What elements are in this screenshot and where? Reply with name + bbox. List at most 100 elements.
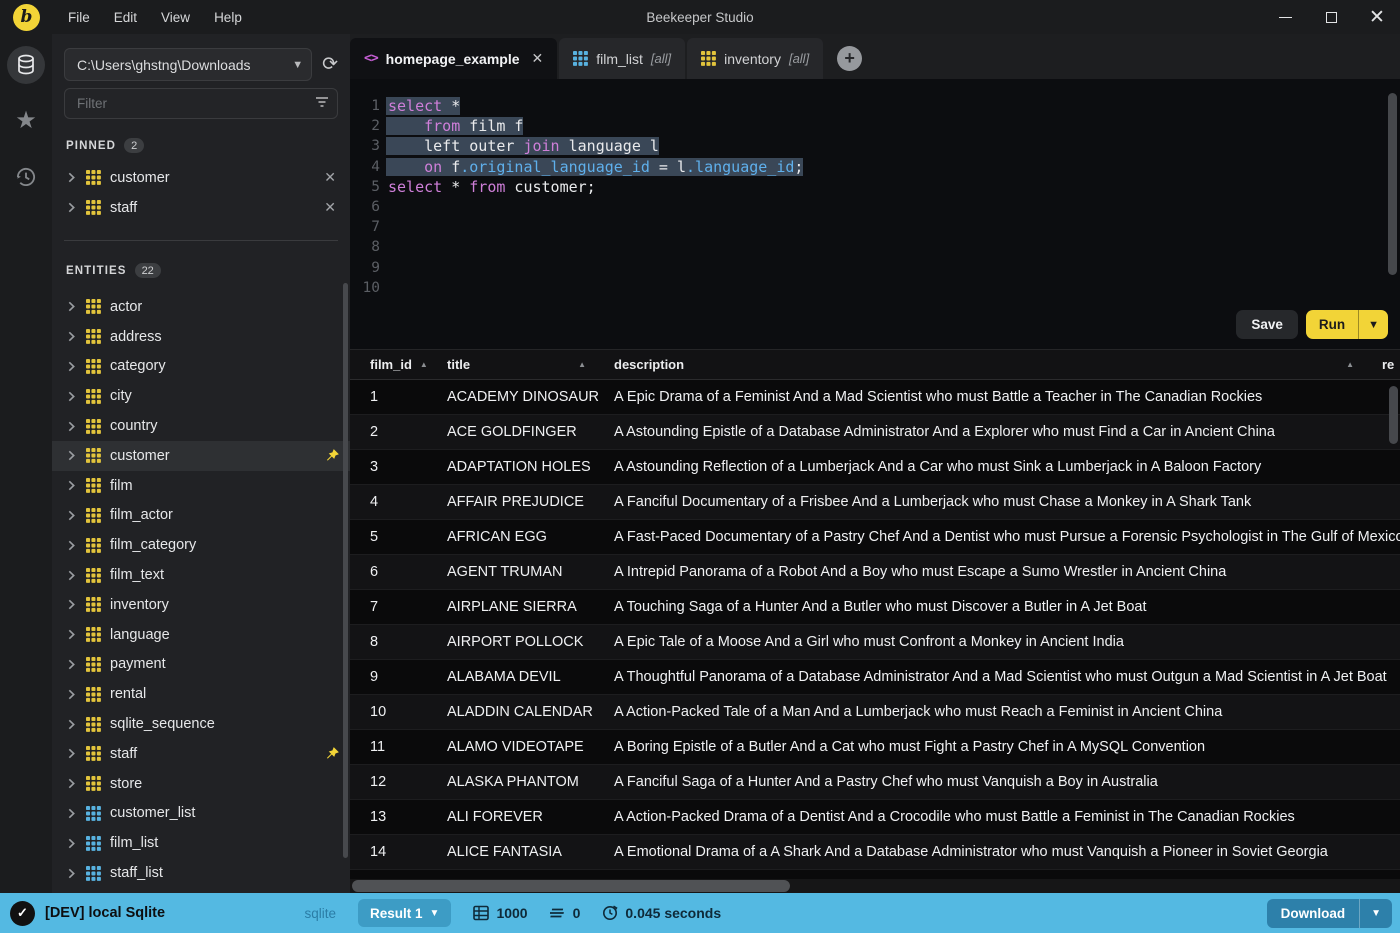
chevron-right-icon[interactable] (66, 838, 77, 849)
menu-help[interactable]: Help (214, 10, 242, 25)
entity-item-film_category[interactable]: film_category (52, 530, 350, 560)
run-button[interactable]: Run ▼ (1305, 310, 1388, 339)
column-header-partial[interactable]: re (1382, 357, 1400, 372)
column-header-film_id[interactable]: film_id ▲ (370, 357, 447, 372)
pinned-item-staff[interactable]: staff ✕ (52, 193, 350, 223)
results-horizontal-scrollbar-track[interactable] (350, 879, 1400, 893)
sql-editor[interactable]: 1 select * 2 from film f3 left outer join … (350, 79, 1400, 349)
chevron-right-icon[interactable] (66, 450, 77, 461)
close-button[interactable]: ✕ (1354, 0, 1400, 34)
entity-item-country[interactable]: country (52, 411, 350, 441)
entity-item-rental[interactable]: rental (52, 679, 350, 709)
history-tab-button[interactable] (7, 158, 45, 196)
chevron-right-icon[interactable] (66, 689, 77, 700)
save-button[interactable]: Save (1236, 310, 1298, 339)
table-row[interactable]: 4 AFFAIR PREJUDICE A Fanciful Documentary … (350, 485, 1400, 520)
chevron-right-icon[interactable] (66, 421, 77, 432)
entity-item-film_list[interactable]: film_list (52, 828, 350, 858)
run-dropdown-button[interactable]: ▼ (1359, 319, 1388, 331)
favorites-tab-button[interactable]: ★ (7, 102, 45, 140)
table-row[interactable]: 11 ALAMO VIDEOTAPE A Boring Epistle of a B… (350, 730, 1400, 765)
table-row[interactable]: 9 ALABAMA DEVIL A Thoughtful Panorama of a… (350, 660, 1400, 695)
entity-item-payment[interactable]: payment (52, 650, 350, 680)
chevron-right-icon[interactable] (66, 778, 77, 789)
table-row[interactable]: 6 AGENT TRUMAN A Intrepid Panorama of a Ro… (350, 555, 1400, 590)
table-row[interactable]: 5 AFRICAN EGG A Fast-Paced Documentary of … (350, 520, 1400, 555)
column-header-description[interactable]: description ▲ (614, 357, 1382, 372)
sort-asc-icon[interactable]: ▲ (578, 360, 586, 369)
chevron-right-icon[interactable] (66, 172, 77, 183)
chevron-right-icon[interactable] (66, 391, 77, 402)
refresh-button[interactable]: ⟳ (322, 55, 338, 74)
menu-file[interactable]: File (68, 10, 90, 25)
table-row[interactable]: 1 ACADEMY DINOSAUR A Epic Drama of a Femin… (350, 380, 1400, 415)
pin-icon[interactable] (325, 746, 340, 761)
sort-asc-icon[interactable]: ▲ (1346, 360, 1354, 369)
entity-item-address[interactable]: address (52, 322, 350, 352)
download-dropdown-button[interactable]: ▼ (1360, 908, 1392, 919)
chevron-right-icon[interactable] (66, 570, 77, 581)
tab-film_list[interactable]: film_list [all] (559, 38, 686, 79)
table-row[interactable]: 3 ADAPTATION HOLES A Astounding Reflection… (350, 450, 1400, 485)
download-button[interactable]: Download ▼ (1266, 898, 1392, 928)
table-row[interactable]: 8 AIRPORT POLLOCK A Epic Tale of a Moose A… (350, 625, 1400, 660)
results-vertical-scrollbar[interactable] (1389, 386, 1398, 444)
table-row[interactable]: 2 ACE GOLDFINGER A Astounding Epistle of a… (350, 415, 1400, 450)
table-row[interactable]: 10 ALADDIN CALENDAR A Action-Packed Tale o… (350, 695, 1400, 730)
entity-item-sqlite_sequence[interactable]: sqlite_sequence (52, 709, 350, 739)
chevron-right-icon[interactable] (66, 202, 77, 213)
chevron-right-icon[interactable] (66, 361, 77, 372)
entity-item-store[interactable]: store (52, 769, 350, 799)
table-row[interactable]: 15ALIEN CENTERA Brilliant Drama of a Cat… (350, 870, 1400, 879)
tab-homepage_example[interactable]: <> homepage_example ✕ (350, 38, 558, 79)
pin-icon[interactable] (325, 448, 340, 463)
chevron-right-icon[interactable] (66, 719, 77, 730)
filter-input[interactable] (64, 88, 338, 119)
editor-scrollbar[interactable] (1388, 93, 1397, 275)
unpin-close-icon[interactable]: ✕ (324, 169, 336, 186)
chevron-right-icon[interactable] (66, 868, 77, 879)
menu-view[interactable]: View (161, 10, 190, 25)
chevron-right-icon[interactable] (66, 301, 77, 312)
results-horizontal-scrollbar-thumb[interactable] (352, 880, 790, 892)
entity-item-staff[interactable]: staff (52, 739, 350, 769)
chevron-right-icon[interactable] (66, 629, 77, 640)
entity-item-customer_list[interactable]: customer_list (52, 799, 350, 829)
entity-item-film_actor[interactable]: film_actor (52, 501, 350, 531)
table-row[interactable]: 7 AIRPLANE SIERRA A Touching Saga of a Hun… (350, 590, 1400, 625)
column-header-title[interactable]: title ▲ (447, 357, 614, 372)
menu-edit[interactable]: Edit (114, 10, 137, 25)
new-tab-button[interactable]: + (837, 46, 863, 71)
entity-item-film_text[interactable]: film_text (52, 560, 350, 590)
table-row[interactable]: 13 ALI FOREVER A Action-Packed Drama of a … (350, 800, 1400, 835)
entity-item-category[interactable]: category (52, 352, 350, 382)
tab-inventory[interactable]: inventory [all] (687, 38, 824, 79)
result-selector-button[interactable]: Result 1 ▼ (358, 899, 452, 927)
tab-close-icon[interactable]: ✕ (532, 50, 544, 67)
maximize-button[interactable] (1308, 0, 1354, 34)
sidebar-scrollbar[interactable] (343, 283, 348, 858)
entity-item-city[interactable]: city (52, 381, 350, 411)
database-selector[interactable]: C:\Users\ghstng\Downloads ▼ (64, 48, 313, 81)
entity-item-customer[interactable]: customer (52, 440, 350, 471)
entity-item-inventory[interactable]: inventory (52, 590, 350, 620)
entity-item-staff_list[interactable]: staff_list (52, 858, 350, 888)
entity-item-language[interactable]: language (52, 620, 350, 650)
chevron-right-icon[interactable] (66, 510, 77, 521)
entity-item-sales_by_store[interactable]: sales_by_store (52, 888, 350, 893)
chevron-right-icon[interactable] (66, 599, 77, 610)
chevron-right-icon[interactable] (66, 659, 77, 670)
entity-item-film[interactable]: film (52, 471, 350, 501)
chevron-right-icon[interactable] (66, 748, 77, 759)
chevron-right-icon[interactable] (66, 540, 77, 551)
table-row[interactable]: 14 ALICE FANTASIA A Emotional Drama of a A… (350, 835, 1400, 870)
table-row[interactable]: 12 ALASKA PHANTOM A Fanciful Saga of a Hun… (350, 765, 1400, 800)
pinned-item-customer[interactable]: customer ✕ (52, 163, 350, 193)
chevron-right-icon[interactable] (66, 480, 77, 491)
sort-asc-icon[interactable]: ▲ (420, 360, 428, 369)
minimize-button[interactable] (1262, 0, 1308, 34)
entity-item-actor[interactable]: actor (52, 292, 350, 322)
chevron-right-icon[interactable] (66, 331, 77, 342)
connections-tab-button[interactable] (7, 46, 45, 84)
unpin-close-icon[interactable]: ✕ (324, 199, 336, 216)
